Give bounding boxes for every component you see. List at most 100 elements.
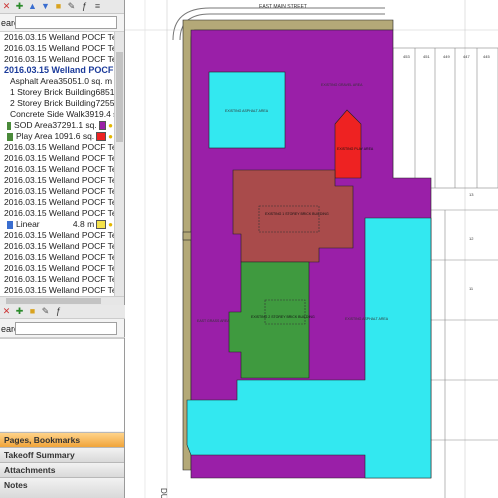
asphalt-label-north: EXISTING ASPHALT AREA bbox=[225, 109, 269, 113]
tab-takeoff-summary[interactable]: Takeoff Summary bbox=[0, 447, 124, 462]
tree-file-item[interactable]: 2016.03.15 Welland POCF Tender Architect… bbox=[0, 197, 114, 208]
takeoff-item[interactable]: 1 Storey Brick Building6851.3 sq. m● bbox=[0, 87, 114, 98]
left-panel: ✕ ✚ ▲ ▼ ■ ✎ ƒ ≡ earch: 2016.03.15 Wellan… bbox=[0, 0, 126, 498]
tree-file-item[interactable]: 2016.03.15 Welland POCF Tender Architect… bbox=[0, 32, 114, 43]
tree-file-item[interactable]: 2016.03.15 Welland POCF Tender Architect… bbox=[0, 241, 114, 252]
takeoff-label: SOD Area bbox=[14, 120, 53, 130]
tree-file-label: 2016.03.15 Welland POCF Tender Architect… bbox=[4, 197, 114, 207]
down-arrow-icon[interactable]: ▼ bbox=[41, 2, 50, 11]
tree-file-label: 2016.03.15 Welland POCF Tender Architect… bbox=[4, 274, 114, 284]
tree-file-item[interactable]: 2016.03.15 Welland POCF Tender Architect… bbox=[0, 186, 114, 197]
grass-label: EAST GRASS AREA bbox=[197, 319, 230, 323]
tree-file-item[interactable]: 2016.03.15 Welland POCF Tender Architect… bbox=[0, 164, 114, 175]
tree-active-file[interactable]: 2016.03.15 Welland POCF Te... bbox=[0, 65, 114, 76]
measure-icon bbox=[7, 121, 12, 130]
tree-file-item[interactable]: 2016.03.15 Welland POCF Tender Architect… bbox=[0, 142, 114, 153]
lower-toolbar: ✕ ✚ ■ ✎ ƒ bbox=[0, 305, 126, 319]
takeoff-item[interactable]: Concrete Side Walk3919.4 sq.● bbox=[0, 109, 114, 120]
document-tree: 2016.03.15 Welland POCF Tender Architect… bbox=[0, 32, 114, 296]
tree-file-item[interactable]: 2016.03.15 Welland POCF Tender Architect… bbox=[0, 43, 114, 54]
tree-file-item[interactable]: 2016.03.15 Welland POCF Tender Architect… bbox=[0, 153, 114, 164]
color-swatch[interactable] bbox=[96, 220, 107, 229]
folder-icon[interactable]: ■ bbox=[54, 2, 63, 11]
function-icon[interactable]: ƒ bbox=[54, 307, 63, 316]
takeoff-value: 7255.2 sq. bbox=[95, 98, 114, 108]
tab-attachments[interactable]: Attachments bbox=[0, 462, 124, 477]
tab-pages-bookmarks[interactable]: Pages, Bookmarks bbox=[0, 432, 124, 447]
tree-file-item[interactable]: 2016.03.15 Welland POCF Tender Architect… bbox=[0, 252, 114, 263]
takeoff-label: Asphalt Area bbox=[10, 76, 59, 86]
lot-number: 447 bbox=[463, 54, 470, 59]
play-area[interactable] bbox=[334, 109, 362, 179]
tree-file-item[interactable]: 2016.03.15 Welland POCF Tender Architect… bbox=[0, 263, 114, 274]
tree-file-label: 2016.03.15 Welland POCF Tender Architect… bbox=[4, 285, 114, 295]
takeoff-label: Concrete Side Walk bbox=[10, 109, 85, 119]
lot-number: 445 bbox=[483, 54, 490, 59]
takeoff-label: Linear bbox=[16, 219, 40, 229]
site-plan-view[interactable]: EAST MAIN STREET EXISTING ASPHALT AREA E… bbox=[125, 0, 498, 498]
tree-file-item[interactable]: 2016.03.15 Welland POCF Tender Architect… bbox=[0, 175, 114, 186]
tree-horizontal-scrollbar[interactable] bbox=[0, 296, 124, 305]
options-icon[interactable]: ≡ bbox=[93, 2, 102, 11]
tree-file-label: 2016.03.15 Welland POCF Tender Architect… bbox=[4, 153, 114, 163]
tree-file-label: 2016.03.15 Welland POCF Tender Architect… bbox=[4, 32, 114, 42]
tree-file-item[interactable]: 2016.03.15 Welland POCF Tender Architect… bbox=[0, 54, 114, 65]
color-swatch[interactable] bbox=[98, 121, 107, 130]
one-storey-brick-building[interactable] bbox=[232, 169, 354, 263]
tree-file-label: 2016.03.15 Welland POCF Tender Architect… bbox=[4, 263, 114, 273]
add-icon[interactable]: ✚ bbox=[15, 307, 24, 316]
asphalt-label-south: EXISTING ASPHALT AREA bbox=[345, 317, 389, 321]
tree-file-label: 2016.03.15 Welland POCF Tender Architect… bbox=[4, 175, 114, 185]
measure-icon bbox=[7, 132, 13, 141]
tree-file-item[interactable]: 2016.03.15 Welland POCF Tender Architect… bbox=[0, 274, 114, 285]
add-icon[interactable]: ✚ bbox=[15, 2, 24, 11]
play-label: EXISTING PLAY AREA bbox=[337, 147, 374, 151]
tree-file-item[interactable]: 2016.03.15 Welland POCF Tender Architect… bbox=[0, 230, 114, 241]
takeoff-item-linear[interactable]: Linear 4.8 m ● bbox=[0, 219, 114, 230]
visibility-bulb-icon[interactable]: ● bbox=[108, 120, 113, 131]
color-swatch[interactable] bbox=[96, 132, 107, 141]
tree-file-label: 2016.03.15 Welland POCF Tender Architect… bbox=[4, 186, 114, 196]
takeoff-label: 2 Storey Brick Building bbox=[10, 98, 96, 108]
tree-file-label: 2016.03.15 Welland POCF Tender bbox=[4, 208, 114, 218]
takeoff-label: 1 Storey Brick Building bbox=[10, 87, 96, 97]
takeoff-item[interactable]: SOD Area 37291.1 sq. ● bbox=[0, 120, 114, 131]
takeoff-item[interactable]: Asphalt Area35051.0 sq. m● bbox=[0, 76, 114, 87]
takeoff-value: 6851.3 sq. m bbox=[95, 87, 114, 97]
folder-icon[interactable]: ■ bbox=[28, 307, 37, 316]
takeoff-item[interactable]: Play Area 1091.6 sq. ● bbox=[0, 131, 114, 142]
tree-vertical-scrollbar[interactable] bbox=[114, 32, 124, 296]
takeoff-value: 37291.1 sq. bbox=[52, 120, 97, 130]
lot-number: 453 bbox=[403, 54, 410, 59]
gravel-label: EXISTING GRAVEL AREA bbox=[321, 83, 363, 87]
takeoff-label: Play Area bbox=[16, 131, 53, 141]
street-label: EAST MAIN STREET bbox=[259, 4, 307, 10]
tree-file-label: 2016.03.15 Welland POCF Tender Architect… bbox=[4, 230, 114, 240]
tab-notes[interactable]: Notes bbox=[0, 477, 124, 498]
search-input[interactable] bbox=[15, 16, 117, 29]
tree-file-item[interactable]: 2016.03.15 Welland POCF Tender Architect… bbox=[0, 285, 114, 296]
up-arrow-icon[interactable]: ▲ bbox=[28, 2, 37, 11]
tree-file-label: 2016.03.15 Welland POCF Tender Architect… bbox=[4, 252, 114, 262]
remove-icon[interactable]: ✕ bbox=[2, 2, 11, 11]
linear-measure-icon bbox=[7, 220, 13, 229]
edit-icon[interactable]: ✎ bbox=[41, 307, 50, 316]
lower-panel-body bbox=[0, 338, 124, 431]
visibility-bulb-icon[interactable]: ● bbox=[108, 131, 113, 142]
tree-file-item[interactable]: 2016.03.15 Welland POCF Tender bbox=[0, 208, 114, 219]
takeoff-value: 35051.0 sq. m bbox=[58, 76, 113, 86]
tree-file-label: 2016.03.15 Welland POCF Tender Architect… bbox=[4, 43, 114, 53]
remove-icon[interactable]: ✕ bbox=[2, 307, 11, 316]
two-storey-brick-building[interactable] bbox=[228, 261, 310, 379]
lot-number: 12 bbox=[469, 236, 474, 241]
function-icon[interactable]: ƒ bbox=[80, 2, 89, 11]
visibility-bulb-icon[interactable]: ● bbox=[108, 219, 113, 230]
tree-file-label: 2016.03.15 Welland POCF Te... bbox=[4, 65, 114, 75]
search-input-2[interactable] bbox=[15, 322, 117, 335]
takeoff-value: 4.8 m bbox=[72, 219, 95, 229]
takeoff-item[interactable]: 2 Storey Brick Building7255.2 sq.● bbox=[0, 98, 114, 109]
lot-number: 451 bbox=[423, 54, 430, 59]
search-label-2: earch: bbox=[1, 323, 27, 334]
tree-file-label: 2016.03.15 Welland POCF Tender Architect… bbox=[4, 142, 114, 152]
edit-icon[interactable]: ✎ bbox=[67, 2, 76, 11]
